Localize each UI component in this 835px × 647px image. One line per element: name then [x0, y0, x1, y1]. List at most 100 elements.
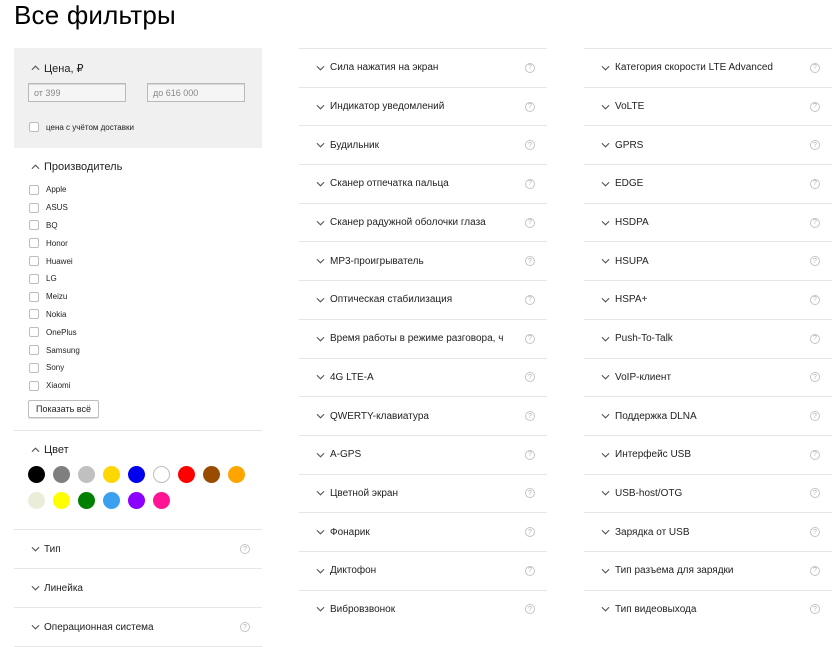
help-icon[interactable]: ? — [525, 256, 535, 267]
brand-checkbox[interactable]: Sony — [29, 359, 80, 377]
filter-row[interactable]: VoIP-клиент? — [584, 357, 832, 397]
checkbox-box[interactable] — [29, 184, 39, 195]
color-swatch-green[interactable] — [78, 492, 95, 509]
filter-row[interactable]: Сканер отпечатка пальца? — [299, 164, 547, 203]
filter-row[interactable]: Линейка — [14, 569, 262, 608]
help-icon[interactable]: ? — [525, 527, 535, 538]
checkbox-box[interactable] — [29, 362, 39, 373]
help-icon[interactable]: ? — [810, 449, 820, 460]
filter-row[interactable]: HSDPA? — [584, 202, 832, 242]
filter-row[interactable]: QWERTY-клавиатура? — [299, 396, 547, 435]
help-icon[interactable]: ? — [810, 294, 820, 305]
help-icon[interactable]: ? — [525, 217, 535, 228]
color-swatch-black[interactable] — [28, 466, 45, 483]
help-icon[interactable]: ? — [525, 333, 535, 344]
delivery-price-checkbox[interactable]: цена с учётом доставки — [29, 122, 134, 132]
help-icon[interactable]: ? — [525, 488, 535, 499]
brand-checkbox[interactable]: Nokia — [29, 306, 80, 324]
color-swatch-gray[interactable] — [53, 466, 70, 483]
brand-checkbox[interactable]: OnePlus — [29, 323, 80, 341]
brand-checkbox[interactable]: Honor — [29, 234, 80, 252]
filter-row[interactable]: Время работы в режиме разговора, ч? — [299, 318, 547, 358]
help-icon[interactable]: ? — [810, 411, 820, 422]
color-swatch-light-blue[interactable] — [103, 492, 120, 509]
color-swatch-gold[interactable] — [103, 466, 120, 483]
filter-row[interactable]: Интерфейс USB? — [584, 434, 832, 474]
checkbox-box[interactable] — [29, 202, 39, 213]
help-icon[interactable]: ? — [810, 372, 820, 383]
price-section-toggle[interactable]: Цена, ₽ — [28, 58, 84, 78]
help-icon[interactable]: ? — [810, 217, 820, 228]
help-icon[interactable]: ? — [525, 604, 535, 615]
filter-row[interactable]: GPRS? — [584, 125, 832, 164]
help-icon[interactable]: ? — [810, 333, 820, 344]
brand-checkbox[interactable]: Xiaomi — [29, 377, 80, 395]
filter-row[interactable]: Диктофон? — [299, 550, 547, 590]
brand-checkbox[interactable]: BQ — [29, 217, 80, 235]
help-icon[interactable]: ? — [810, 62, 820, 73]
filter-row[interactable]: HSPA+? — [584, 280, 832, 319]
brand-checkbox[interactable]: Samsung — [29, 341, 80, 359]
help-icon[interactable]: ? — [810, 178, 820, 189]
filter-row[interactable]: Поддержка DLNA? — [584, 396, 832, 435]
checkbox-box[interactable] — [29, 380, 39, 391]
filter-row[interactable]: EDGE? — [584, 164, 832, 203]
color-swatch-pink[interactable] — [153, 492, 170, 509]
checkbox-box[interactable] — [29, 345, 39, 356]
filter-row[interactable]: A-GPS? — [299, 434, 547, 474]
filter-row[interactable]: Операционная система? — [14, 608, 262, 647]
color-swatch-yellow[interactable] — [53, 492, 70, 509]
filter-row[interactable]: MP3-проигрыватель? — [299, 241, 547, 280]
filter-row[interactable]: Тип разъема для зарядки? — [584, 550, 832, 590]
checkbox-box[interactable] — [29, 256, 39, 267]
color-swatch-blue[interactable] — [128, 466, 145, 483]
filter-row[interactable]: Вибровзвонок? — [299, 589, 547, 629]
filter-row[interactable]: HSUPA? — [584, 241, 832, 280]
checkbox-box[interactable] — [29, 309, 39, 320]
help-icon[interactable]: ? — [525, 294, 535, 305]
color-swatch-orange[interactable] — [228, 466, 245, 483]
filter-row[interactable]: USB-host/OTG? — [584, 473, 832, 513]
help-icon[interactable]: ? — [525, 140, 535, 151]
filter-row[interactable]: Индикатор уведомлений? — [299, 86, 547, 126]
filter-row[interactable]: Будильник? — [299, 125, 547, 164]
help-icon[interactable]: ? — [810, 604, 820, 615]
filter-row[interactable]: Push-To-Talk? — [584, 318, 832, 358]
show-all-button[interactable]: Показать всё — [28, 400, 99, 418]
help-icon[interactable]: ? — [810, 527, 820, 538]
help-icon[interactable]: ? — [240, 544, 250, 554]
brand-checkbox[interactable]: Apple — [29, 181, 80, 199]
help-icon[interactable]: ? — [240, 622, 250, 632]
filter-row[interactable]: Сила нажатия на экран? — [299, 48, 547, 87]
checkbox-box[interactable] — [29, 220, 39, 231]
color-swatch-white[interactable] — [153, 466, 170, 483]
help-icon[interactable]: ? — [525, 372, 535, 383]
help-icon[interactable]: ? — [810, 565, 820, 576]
help-icon[interactable]: ? — [525, 178, 535, 189]
filter-row[interactable]: 4G LTE-A? — [299, 357, 547, 397]
help-icon[interactable]: ? — [810, 140, 820, 151]
brand-checkbox[interactable]: LG — [29, 270, 80, 288]
filter-row[interactable]: Тип видеовыхода? — [584, 589, 832, 629]
brand-checkbox[interactable]: ASUS — [29, 199, 80, 217]
help-icon[interactable]: ? — [525, 411, 535, 422]
help-icon[interactable]: ? — [810, 101, 820, 112]
checkbox-box[interactable] — [29, 122, 39, 132]
color-swatch-red[interactable] — [178, 466, 195, 483]
brand-checkbox[interactable]: Huawei — [29, 252, 80, 270]
filter-row[interactable]: Категория скорости LTE Advanced? — [584, 48, 832, 87]
filter-row[interactable]: Зарядка от USB? — [584, 512, 832, 551]
filter-row[interactable]: Цветной экран? — [299, 473, 547, 513]
color-swatch-beige[interactable] — [28, 492, 45, 509]
price-from-input[interactable]: от 399 — [28, 83, 126, 102]
filter-row[interactable]: Оптическая стабилизация? — [299, 280, 547, 319]
color-section-toggle[interactable]: Цвет — [28, 440, 69, 460]
help-icon[interactable]: ? — [810, 256, 820, 267]
filter-row[interactable]: Тип? — [14, 530, 262, 569]
color-swatch-purple[interactable] — [128, 492, 145, 509]
filter-row[interactable]: Фонарик? — [299, 512, 547, 551]
help-icon[interactable]: ? — [525, 101, 535, 112]
help-icon[interactable]: ? — [525, 449, 535, 460]
manufacturer-section-toggle[interactable]: Производитель — [28, 157, 122, 177]
help-icon[interactable]: ? — [810, 488, 820, 499]
